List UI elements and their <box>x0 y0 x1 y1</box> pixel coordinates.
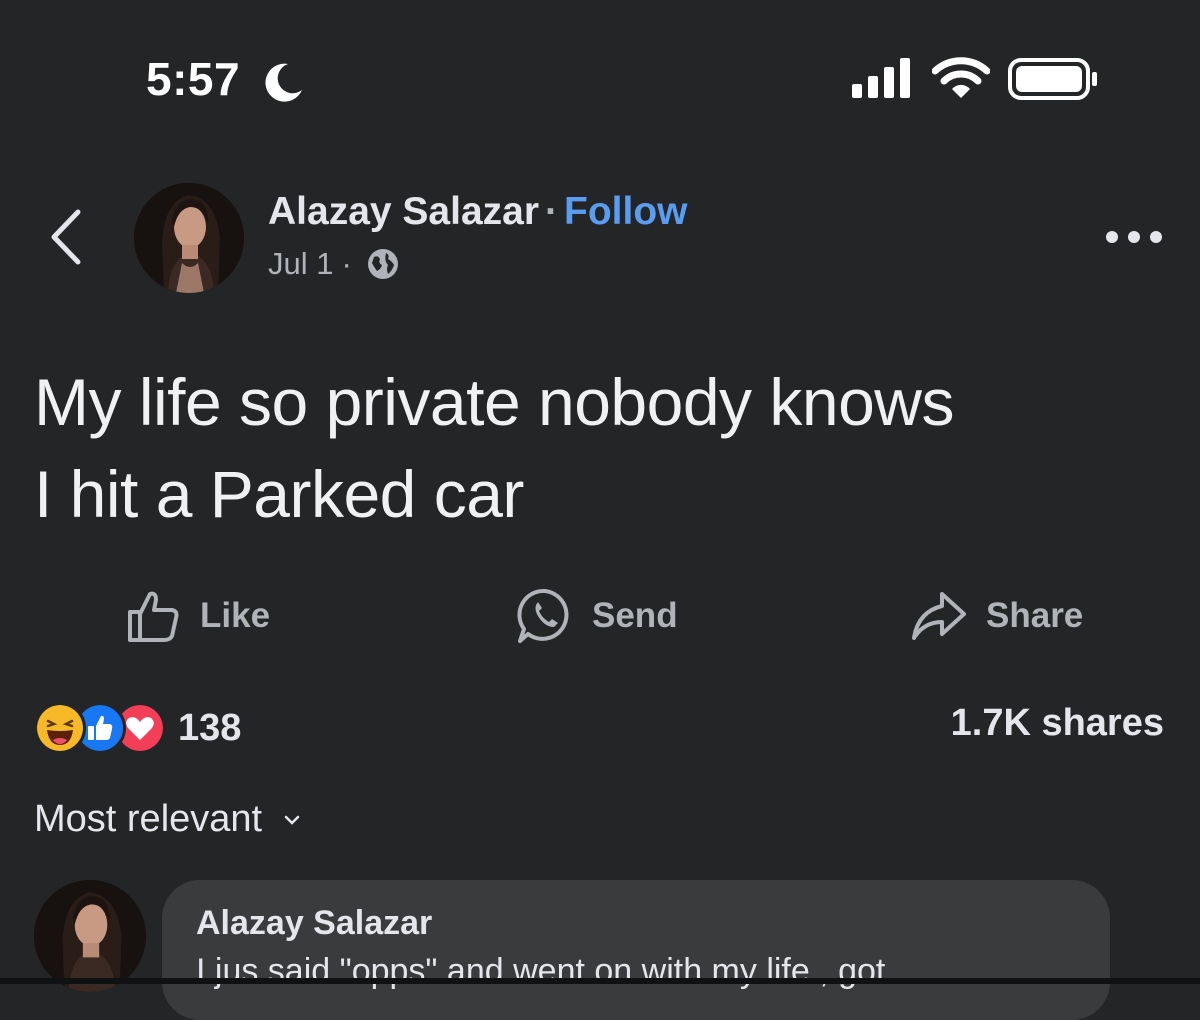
screen-bottom-edge <box>0 978 1200 984</box>
more-dots-icon[interactable] <box>1104 226 1164 248</box>
comment-author[interactable]: Alazay Salazar <box>196 904 432 943</box>
name-separator: · <box>545 190 559 233</box>
post-text-line-1: My life so private nobody knows <box>34 365 954 439</box>
send-label: Send <box>592 596 678 635</box>
haha-reaction-icon <box>34 702 86 754</box>
shares-count[interactable]: 1.7K shares <box>951 702 1164 745</box>
author-line: Alazay Salazar · Follow <box>268 190 688 234</box>
chevron-down-icon <box>284 815 300 825</box>
comment-bubble <box>162 880 1110 1020</box>
post-meta: Jul 1 · <box>268 246 400 282</box>
comment-avatar-photo <box>34 880 146 992</box>
share-button[interactable]: Share <box>910 586 1083 646</box>
chevron-left-icon[interactable] <box>48 208 84 266</box>
meta-separator: · <box>341 246 352 281</box>
share-label: Share <box>986 596 1084 635</box>
share-arrow-icon <box>912 592 966 640</box>
author-name[interactable]: Alazay Salazar <box>268 190 539 233</box>
post-text: My life so private nobody knows I hit a … <box>34 356 1174 540</box>
wifi-icon <box>932 57 990 98</box>
post-text-line-2: I hit a Parked car <box>34 457 524 531</box>
status-time: 5:57 <box>146 53 241 105</box>
reaction-count: 138 <box>178 706 242 749</box>
like-label: Like <box>200 596 271 635</box>
reactions-summary[interactable]: 138 <box>34 702 241 754</box>
comments-sort-dropdown[interactable]: Most relevant <box>34 798 300 841</box>
cellular-signal-icon <box>852 58 910 98</box>
author-avatar[interactable] <box>134 183 244 293</box>
globe-icon <box>367 249 398 279</box>
battery-icon <box>1008 58 1097 100</box>
send-button[interactable]: Send <box>516 586 678 646</box>
avatar-photo <box>134 183 244 293</box>
post-date[interactable]: Jul 1 <box>268 246 333 282</box>
moon-icon <box>265 63 302 102</box>
comment-avatar[interactable] <box>34 880 146 992</box>
whatsapp-icon <box>517 588 569 643</box>
sort-label: Most relevant <box>34 798 263 840</box>
comment-text: I jus said "opps" and went on with my li… <box>196 952 886 990</box>
thumbs-up-outline-icon <box>128 591 179 642</box>
like-button[interactable]: Like <box>126 586 270 646</box>
follow-button[interactable]: Follow <box>564 190 687 233</box>
